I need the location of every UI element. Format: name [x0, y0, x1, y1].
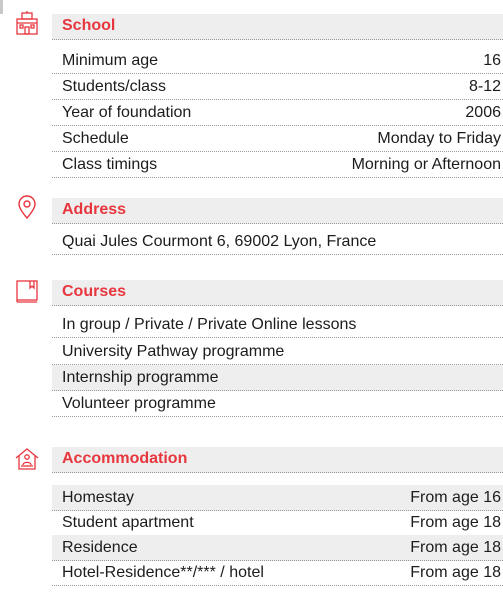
accommodation-header: Accommodation: [52, 447, 503, 473]
school-row-min-age: Minimum age 16: [52, 48, 503, 74]
row-label: Residence: [62, 539, 138, 556]
address-header: Address: [52, 198, 503, 224]
house-icon: [14, 446, 40, 472]
accommodation-row-student-apartment: Student apartment From age 18: [52, 510, 503, 536]
row-label: Homestay: [62, 489, 135, 506]
course-item: Internship programme: [52, 365, 503, 391]
row-label: Year of foundation: [62, 104, 192, 121]
course-item: University Pathway programme: [52, 339, 503, 365]
school-header: School: [52, 14, 503, 40]
courses-header: Courses: [52, 280, 503, 306]
accommodation-row-hotel-residence: Hotel-Residence**/*** / hotel From age 1…: [52, 560, 503, 586]
school-title: School: [62, 17, 116, 34]
address-line: Quai Jules Courmont 6, 69002 Lyon, Franc…: [52, 229, 503, 255]
book-icon: [14, 278, 40, 304]
row-value: Monday to Friday: [377, 130, 501, 147]
row-label: Student apartment: [62, 514, 194, 531]
accommodation-title: Accommodation: [62, 450, 188, 467]
location-pin-icon: [14, 194, 40, 220]
row-value: From age 18: [410, 564, 501, 581]
address-text: Quai Jules Courmont 6, 69002 Lyon, Franc…: [62, 233, 377, 250]
school-row-students-class: Students/class 8-12: [52, 74, 503, 100]
school-building-icon: [14, 10, 40, 36]
course-label: In group / Private / Private Online less…: [62, 316, 357, 333]
row-label: Schedule: [62, 130, 129, 147]
row-label: Hotel-Residence**/*** / hotel: [62, 564, 264, 581]
row-value: From age 18: [410, 539, 501, 556]
address-title: Address: [62, 201, 127, 218]
row-value: From age 18: [410, 514, 501, 531]
accommodation-row-homestay: Homestay From age 16: [52, 485, 503, 511]
row-value: 8-12: [468, 78, 501, 95]
row-label: Class timings: [62, 156, 158, 173]
school-row-foundation: Year of foundation 2006: [52, 100, 503, 126]
school-row-class-timings: Class timings Morning or Afternoon: [52, 152, 503, 178]
row-value: 16: [483, 52, 501, 69]
courses-title: Courses: [62, 283, 127, 300]
row-value: 2006: [465, 104, 501, 121]
row-value: From age 16: [410, 489, 501, 506]
course-label: Internship programme: [62, 369, 219, 386]
row-label: Minimum age: [62, 52, 159, 69]
course-item: In group / Private / Private Online less…: [52, 312, 503, 338]
left-edge-divider: [0, 0, 3, 14]
accommodation-row-residence: Residence From age 18: [52, 535, 503, 561]
course-label: University Pathway programme: [62, 343, 285, 360]
row-value: Morning or Afternoon: [351, 156, 501, 173]
school-row-schedule: Schedule Monday to Friday: [52, 126, 503, 152]
row-label: Students/class: [62, 78, 167, 95]
course-label: Volunteer programme: [62, 395, 216, 412]
course-item: Volunteer programme: [52, 391, 503, 417]
